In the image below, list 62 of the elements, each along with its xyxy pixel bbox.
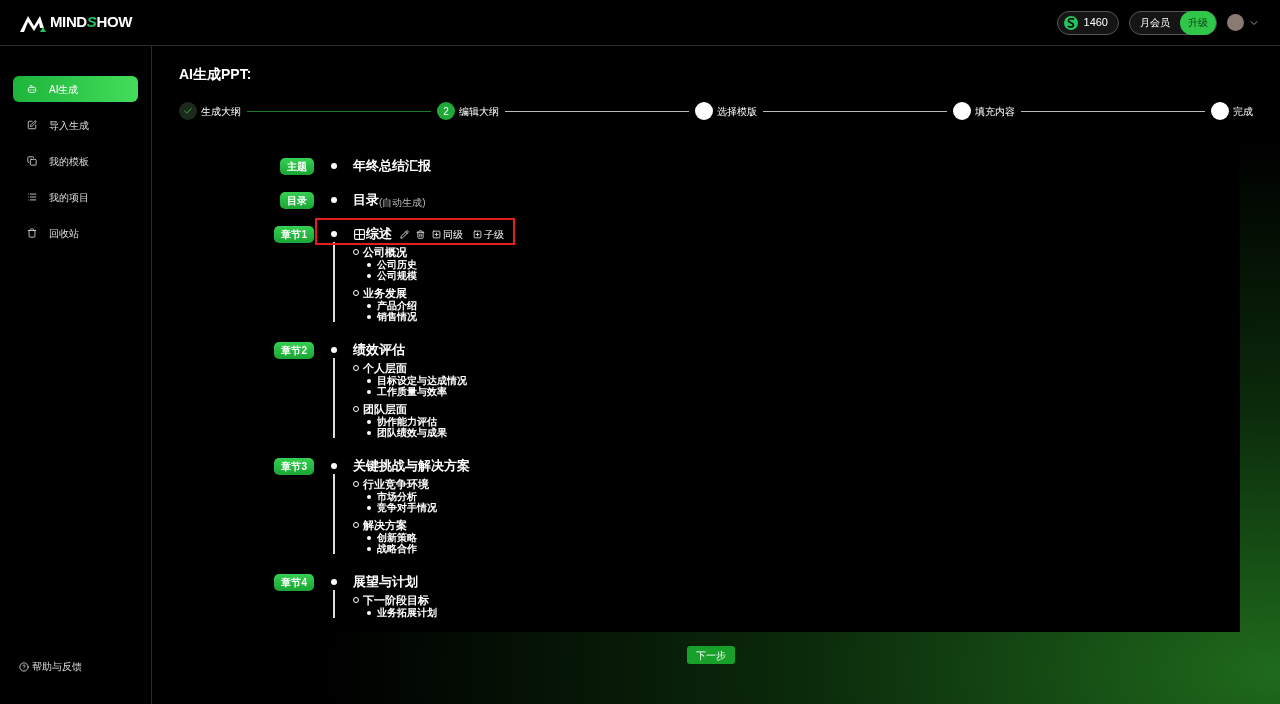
outline-item[interactable]: 业务拓展计划 (377, 605, 437, 620)
step-label: 填充内容 (975, 104, 1015, 119)
bullet-icon (367, 314, 371, 319)
menu-icon (27, 84, 37, 94)
help-link[interactable]: 帮助与反馈 (13, 659, 138, 674)
section-tag: 章节1 (274, 225, 314, 243)
sidebar-item[interactable]: 我的模板 (13, 148, 138, 174)
step-label: 完成 (1233, 104, 1253, 119)
menu-icon (27, 192, 37, 202)
section-tag: 章节4 (274, 573, 314, 591)
outline-title[interactable]: 年终总结汇报 (353, 156, 431, 176)
sidebar-item[interactable]: 回收站 (13, 220, 138, 246)
sidebar-item[interactable]: 我的项目 (13, 184, 138, 210)
bullet-icon (367, 505, 371, 510)
outline-title[interactable]: 关键挑战与解决方案 (353, 456, 470, 476)
outline-title[interactable]: 绩效评估 (353, 340, 405, 360)
bullet-icon (367, 494, 371, 499)
bullet-icon (367, 535, 371, 540)
menu-icon (27, 228, 37, 238)
brand-name: MINDSHOW (50, 12, 132, 33)
upgrade-button[interactable]: 升级 (1180, 10, 1216, 35)
table-icon (353, 227, 366, 241)
outline-item[interactable]: 协作能力评估 (377, 414, 437, 429)
bullet-icon (367, 262, 371, 267)
plus-square-icon[interactable] (432, 229, 441, 239)
edit-icon[interactable] (400, 229, 409, 239)
membership-label: 月会员 (1139, 16, 1171, 30)
section-tag: 目录 (280, 191, 314, 209)
page-title: AI生成PPT: (179, 65, 253, 84)
outline-title[interactable]: 展望与计划 (353, 572, 418, 592)
bullet-icon (367, 419, 371, 424)
step-label: 选择模版 (717, 104, 757, 119)
coin-icon (1063, 15, 1078, 30)
outline-title[interactable]: 目录 (353, 190, 379, 210)
section-tag: 章节3 (274, 457, 314, 475)
outline-item[interactable]: 战略合作 (377, 541, 417, 556)
add-action[interactable]: 子级 (484, 226, 504, 242)
section-tag: 主题 (280, 157, 314, 175)
help-icon (19, 661, 29, 672)
bullet-icon (367, 430, 371, 435)
delete-icon[interactable] (416, 229, 425, 239)
coin-balance[interactable]: 1460 (1056, 10, 1119, 35)
step-label: 生成大纲 (201, 104, 241, 119)
outline-item[interactable]: 产品介绍 (377, 298, 417, 313)
menu-icon (27, 156, 37, 166)
step-number: 2 (437, 102, 455, 120)
bullet-icon (367, 546, 371, 551)
plus-square-icon[interactable] (473, 229, 482, 239)
outline-note: (自动生成) (379, 196, 426, 210)
bullet-icon (367, 303, 371, 308)
bullet-icon (367, 378, 371, 383)
bullet-icon (367, 273, 371, 278)
outline-item[interactable]: 目标设定与达成情况 (377, 373, 467, 388)
menu-icon (27, 120, 37, 130)
section-tag: 章节2 (274, 341, 314, 359)
bullet-icon (367, 610, 371, 615)
avatar[interactable] (1227, 14, 1244, 31)
bullet-icon (367, 389, 371, 394)
step-label: 编辑大纲 (459, 104, 499, 119)
outline-title[interactable]: 综述 (366, 224, 392, 244)
sidebar-item[interactable]: 导入生成 (13, 112, 138, 138)
add-action[interactable]: 同级 (443, 226, 463, 242)
